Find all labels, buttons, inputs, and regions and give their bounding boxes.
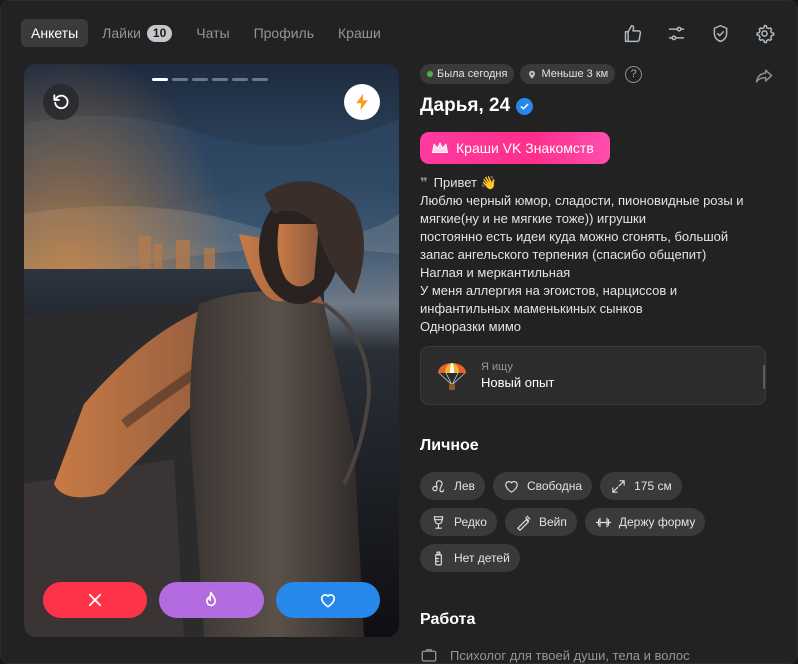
tab-likes[interactable]: Лайки 10 [92,19,182,47]
share-button[interactable] [750,64,778,88]
tag-sport-label: Держу форму [618,515,696,529]
super-like-button[interactable] [159,582,264,618]
profile-photo [24,64,399,637]
profile-details: Была сегодня Меньше 3 км ? Дарья, 24 Кра… [420,64,773,572]
gear-icon[interactable] [749,19,779,47]
online-status-chip: Была сегодня [420,64,515,84]
tag-smoking: Вейп [504,508,577,536]
tab-crushes-label: Краши [338,25,381,41]
last-seen-text: Была сегодня [437,68,508,80]
rewind-button[interactable] [43,84,79,120]
tag-children-label: Нет детей [454,551,510,565]
scrollbar-thumb[interactable] [763,365,765,389]
photo-page-dot[interactable] [152,78,168,81]
tab-profiles[interactable]: Анкеты [21,19,89,47]
photo-page-dot[interactable] [252,78,268,81]
looking-for-label: Я ищу [481,361,513,373]
dislike-button[interactable] [43,582,148,618]
bio-title: Привет 👋 [433,175,497,190]
top-nav: Анкеты Лайки 10 Чаты Профиль Краши [21,19,391,47]
personal-section-title: Личное [420,437,479,454]
work-section-title: Работа [420,611,476,628]
crown-icon [432,142,448,153]
sliders-icon[interactable] [661,19,691,47]
photo-pagination [152,78,268,81]
personal-tags: Лев Свободна 175 см Редко Вейп Держу фор… [420,472,740,572]
likes-count-badge: 10 [146,24,173,42]
tab-my-profile-label: Профиль [253,25,314,41]
profile-name-row: Дарья, 24 [420,93,766,119]
height-icon [612,479,625,493]
dumbbell-icon [595,517,611,527]
verified-badge-icon[interactable] [516,97,534,115]
heart-icon [505,480,518,493]
leo-icon [432,479,445,492]
parachute-icon [438,362,466,390]
tag-zodiac-label: Лев [454,479,475,493]
shield-check-icon[interactable] [705,19,735,47]
tag-relationship: Свободна [492,472,593,500]
tag-smoking-label: Вейп [538,515,567,529]
vape-icon [517,515,531,531]
tag-sport: Держу форму [584,508,706,536]
tab-profiles-label: Анкеты [31,25,79,41]
tab-chats-label: Чаты [196,25,230,41]
looking-for-text: Я ищу Новый опыт [481,361,554,390]
thumb-up-icon[interactable] [617,19,647,47]
fire-icon [206,591,217,607]
crush-button-label: Краши VK Знакомств [456,140,594,156]
briefcase-icon [421,649,437,662]
tag-height: 175 см [600,472,682,500]
swipe-actions [43,582,380,618]
tab-likes-label: Лайки [102,25,141,41]
tab-chats[interactable]: Чаты [186,19,239,47]
distance-text: Меньше 3 км [541,68,609,80]
quote-icon: ❞ [420,175,428,190]
heart-icon [320,594,335,608]
tag-alcohol-label: Редко [454,515,487,529]
profile-bio: ❞ Привет 👋 Люблю черный юмор, сладости, п… [420,174,766,336]
tag-height-label: 175 см [634,479,672,493]
help-icon-label: ? [630,68,637,80]
tab-crushes[interactable]: Краши [328,19,391,47]
like-button[interactable] [275,582,380,618]
top-nav-actions [617,19,779,47]
boost-button[interactable] [344,84,380,120]
profile-photo-card[interactable] [24,64,399,637]
profile-meta: Была сегодня Меньше 3 км ? [420,64,766,84]
tag-relationship-label: Свободна [526,479,583,493]
photo-page-dot[interactable] [212,78,228,81]
crush-button[interactable]: Краши VK Знакомств [420,132,610,164]
app-window: Анкеты Лайки 10 Чаты Профиль Краши Была … [0,0,798,664]
profile-name: Дарья, 24 [420,95,511,116]
work-text: Психолог для твоей души, тела и волос [450,647,690,663]
baby-bottle-icon [435,551,442,565]
lightning-icon [356,93,368,111]
tab-my-profile[interactable]: Профиль [244,19,324,47]
work-item: Психолог для твоей души, тела и волос [420,646,690,663]
tag-zodiac: Лев [420,472,485,500]
distance-chip: Меньше 3 км [520,64,616,84]
looking-for-value: Новый опыт [481,375,555,390]
tag-alcohol: Редко [420,508,497,536]
location-pin-icon [529,70,536,79]
tag-children: Нет детей [420,544,520,572]
wine-glass-icon [433,515,444,529]
help-icon[interactable]: ? [625,65,643,83]
looking-for-card: Я ищу Новый опыт [420,346,766,405]
photo-page-dot[interactable] [172,78,188,81]
photo-page-dot[interactable] [232,78,248,81]
close-icon [89,593,102,607]
photo-page-dot[interactable] [192,78,208,81]
share-icon [755,69,773,83]
bio-text: Люблю черный юмор, сладости, пионовидные… [420,193,744,334]
rewind-icon [53,94,69,110]
online-dot-icon [427,71,433,77]
